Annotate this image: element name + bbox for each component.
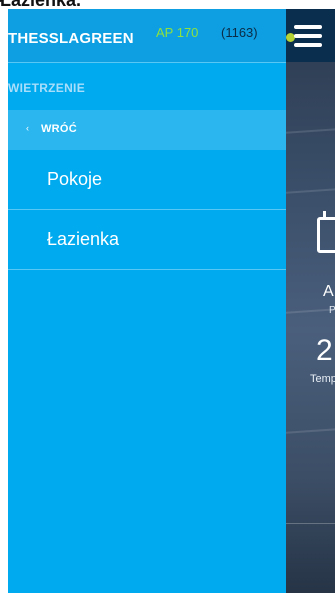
- mode-sub-letter: P: [329, 305, 335, 316]
- back-button[interactable]: ‹ WRÓĆ: [8, 110, 286, 150]
- app-header: [286, 9, 335, 62]
- menu-item-pokoje[interactable]: Pokoje: [8, 150, 286, 210]
- section-title-label: WIETRZENIE: [8, 81, 85, 95]
- section-title: WIETRZENIE: [8, 62, 286, 110]
- sky-streak: [286, 184, 335, 196]
- temperature-label: Temp: [310, 373, 335, 385]
- calendar-icon: [317, 211, 335, 253]
- device-model: AP 170: [156, 25, 199, 40]
- navigation-drawer: THESSLAGREEN AP 170 (1163) WIETRZENIE ‹ …: [8, 9, 286, 593]
- sky-streak: [286, 124, 335, 136]
- background-app: A P 2 Temp ←: [286, 9, 335, 593]
- top-caption: Łazienka.: [0, 0, 120, 9]
- menu-item-lazienka[interactable]: Łazienka: [8, 210, 286, 270]
- menu-item-label: Łazienka: [47, 229, 120, 249]
- hamburger-menu-icon[interactable]: [294, 25, 322, 47]
- device-serial: (1163): [221, 25, 258, 40]
- mode-letter: A: [323, 283, 334, 300]
- sky-streak: [286, 304, 335, 316]
- sky-streak: [286, 424, 335, 436]
- screen: Łazienka. A P 2 Temp ← THESSLAGREEN AP 1…: [0, 0, 335, 593]
- temperature-value: 2: [316, 334, 333, 367]
- chevron-left-icon: ‹: [26, 123, 29, 133]
- brand-name: THESSLAGREEN: [8, 30, 134, 47]
- menu-item-label: Pokoje: [47, 169, 103, 189]
- back-button-label: WRÓĆ: [41, 123, 78, 135]
- drawer-header: THESSLAGREEN AP 170 (1163): [8, 9, 286, 62]
- bottom-bar: ←: [286, 523, 335, 593]
